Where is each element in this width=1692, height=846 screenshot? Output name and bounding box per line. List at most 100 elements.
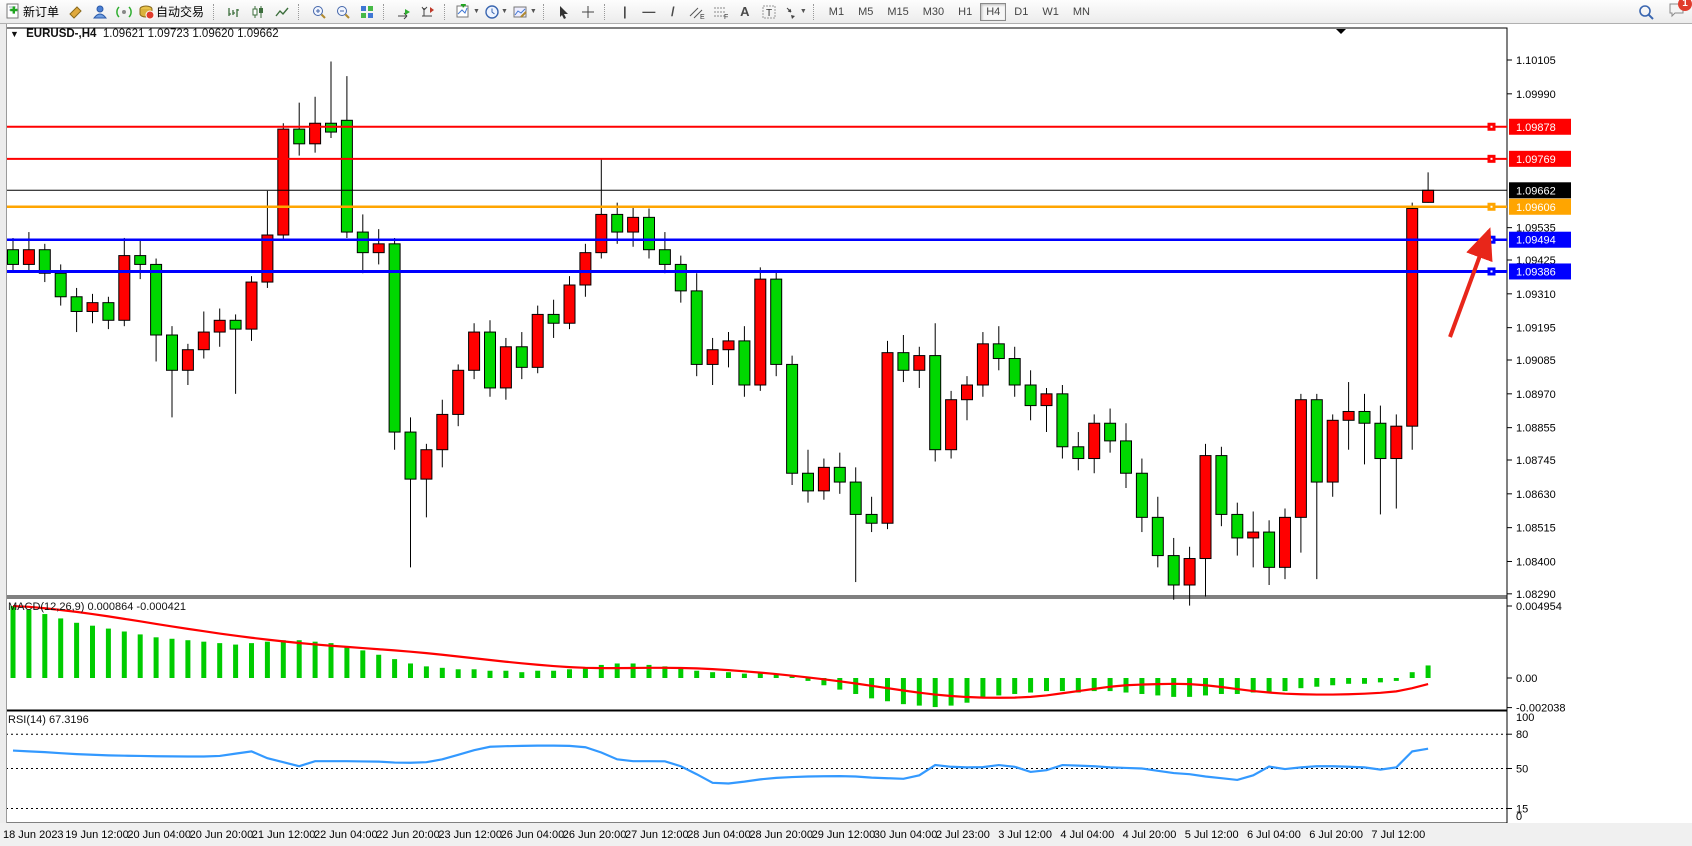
tile-windows-button[interactable] bbox=[355, 2, 379, 22]
main-toolbar: 新订单 自动交易 bbox=[0, 0, 1692, 24]
bar-chart-button[interactable] bbox=[222, 2, 246, 22]
period-button[interactable]: ▼ bbox=[482, 2, 510, 22]
time-tick-label: 28 Jun 04:00 bbox=[687, 829, 751, 841]
time-tick-label: 26 Jun 04:00 bbox=[501, 829, 565, 841]
toolbar-separator bbox=[543, 4, 548, 20]
candlestick-chart-button[interactable] bbox=[246, 2, 270, 22]
timeframe-m1-button[interactable]: M1 bbox=[823, 3, 850, 21]
chart-area[interactable]: 1.101051.099901.095351.094251.093101.091… bbox=[0, 24, 1692, 846]
search-button[interactable] bbox=[1634, 2, 1658, 22]
crosshair-tool-button[interactable] bbox=[576, 2, 600, 22]
time-tick-label: 22 Jun 04:00 bbox=[314, 829, 378, 841]
zoom-out-button[interactable] bbox=[331, 2, 355, 22]
chart-window: 1.101051.099901.095351.094251.093101.091… bbox=[0, 24, 1692, 846]
new-order-label: 新订单 bbox=[23, 3, 59, 20]
vertical-line-icon: | bbox=[623, 4, 627, 19]
time-tick-label: 6 Jul 20:00 bbox=[1309, 829, 1363, 841]
profile-icon bbox=[92, 4, 108, 20]
svg-text:F: F bbox=[724, 14, 728, 20]
price-badge-label: 1.09769 bbox=[1516, 154, 1556, 166]
tile-windows-icon bbox=[359, 4, 375, 20]
rsi-panel[interactable] bbox=[6, 711, 1507, 823]
time-tick-label: 28 Jun 20:00 bbox=[749, 829, 813, 841]
time-tick-label: 6 Jul 04:00 bbox=[1247, 829, 1301, 841]
signals-button[interactable] bbox=[112, 2, 136, 22]
price-badge-label: 1.09606 bbox=[1516, 202, 1556, 214]
svg-text:T: T bbox=[766, 8, 772, 19]
horizontal-line-icon: — bbox=[642, 4, 655, 19]
time-tick-label: 7 Jul 12:00 bbox=[1371, 829, 1425, 841]
indicators-button[interactable]: ▼ bbox=[453, 2, 482, 22]
signal-icon bbox=[116, 4, 132, 20]
time-tick-label: 2 Jul 23:00 bbox=[936, 829, 990, 841]
price-tick-label: 1.08630 bbox=[1516, 489, 1556, 501]
cursor-icon bbox=[556, 4, 572, 20]
chart-shift-button[interactable] bbox=[416, 2, 440, 22]
price-tick-label: 1.08290 bbox=[1516, 589, 1556, 601]
horizontal-line-tool-button[interactable]: — bbox=[637, 2, 661, 22]
timeframe-m5-button[interactable]: M5 bbox=[852, 3, 879, 21]
price-tick-label: 1.10105 bbox=[1516, 55, 1556, 67]
timeframe-w1-button[interactable]: W1 bbox=[1036, 3, 1065, 21]
arrows-tool-button[interactable]: ▼ bbox=[781, 2, 809, 22]
price-badge-label: 1.09386 bbox=[1516, 266, 1556, 278]
timeframe-h1-button[interactable]: H1 bbox=[952, 3, 978, 21]
channel-tool-button[interactable]: E bbox=[685, 2, 709, 22]
auto-scroll-button[interactable] bbox=[392, 2, 416, 22]
price-axis[interactable]: 1.101051.099901.095351.094251.093101.091… bbox=[1507, 55, 1571, 823]
time-tick-label: 20 Jun 20:00 bbox=[190, 829, 254, 841]
templates-button[interactable]: ▼ bbox=[510, 2, 539, 22]
price-badge-label: 1.09878 bbox=[1516, 122, 1556, 134]
trendline-icon: / bbox=[671, 4, 675, 19]
chevron-down-icon: ▼ bbox=[530, 8, 537, 15]
toolbar-separator bbox=[383, 4, 388, 20]
time-tick-label: 18 Jun 2023 bbox=[3, 829, 64, 841]
timeframe-m30-button[interactable]: M30 bbox=[917, 3, 950, 21]
new-order-icon bbox=[5, 3, 22, 20]
trendline-tool-button[interactable]: / bbox=[661, 2, 685, 22]
time-tick-label: 29 Jun 12:00 bbox=[812, 829, 876, 841]
macd-tick-label: 0.004954 bbox=[1516, 601, 1562, 613]
chevron-down-icon: ▼ bbox=[800, 8, 807, 15]
profile-button[interactable] bbox=[88, 2, 112, 22]
line-chart-button[interactable] bbox=[270, 2, 294, 22]
time-tick-label: 20 Jun 04:00 bbox=[127, 829, 191, 841]
price-tick-label: 1.08515 bbox=[1516, 523, 1556, 535]
fibonacci-tool-button[interactable]: F bbox=[709, 2, 733, 22]
time-tick-label: 4 Jul 04:00 bbox=[1060, 829, 1114, 841]
hammer-icon bbox=[68, 4, 84, 20]
timeframe-d1-button[interactable]: D1 bbox=[1008, 3, 1034, 21]
time-axis[interactable]: 18 Jun 202319 Jun 12:0020 Jun 04:0020 Ju… bbox=[3, 829, 1425, 841]
time-tick-label: 5 Jul 12:00 bbox=[1185, 829, 1239, 841]
toolbar-separator bbox=[813, 4, 818, 20]
price-tick-label: 1.08970 bbox=[1516, 389, 1556, 401]
notifications-button[interactable]: 1 bbox=[1668, 1, 1686, 23]
zoom-in-button[interactable] bbox=[307, 2, 331, 22]
price-tick-label: 1.08855 bbox=[1516, 423, 1556, 435]
candlestick-chart-icon bbox=[250, 4, 266, 20]
timeframe-mn-button[interactable]: MN bbox=[1067, 3, 1096, 21]
text-label-tool-button[interactable]: T bbox=[757, 2, 781, 22]
timeframe-m15-button[interactable]: M15 bbox=[881, 3, 914, 21]
indicators-icon bbox=[455, 4, 472, 20]
auto-trading-button[interactable]: 自动交易 bbox=[136, 2, 209, 22]
time-tick-label: 23 Jun 12:00 bbox=[438, 829, 502, 841]
toolbar-separator bbox=[444, 4, 449, 20]
chart-shift-icon bbox=[420, 4, 436, 20]
vertical-line-tool-button[interactable]: | bbox=[613, 2, 637, 22]
equidistant-channel-icon: E bbox=[688, 4, 706, 20]
text-icon: A bbox=[740, 4, 749, 19]
auto-trading-label: 自动交易 bbox=[156, 3, 204, 20]
new-order-button[interactable]: 新订单 bbox=[3, 2, 64, 22]
timeframe-h4-button[interactable]: H4 bbox=[980, 3, 1006, 21]
rsi-tick-label: 100 bbox=[1516, 712, 1534, 724]
arrows-icon bbox=[783, 4, 799, 20]
auto-trading-icon bbox=[138, 4, 155, 20]
text-tool-button[interactable]: A bbox=[733, 2, 757, 22]
toolbar-separator bbox=[604, 4, 609, 20]
crosshair-icon bbox=[580, 4, 596, 20]
cursor-tool-button[interactable] bbox=[552, 2, 576, 22]
history-button[interactable] bbox=[64, 2, 88, 22]
notification-badge: 1 bbox=[1678, 0, 1692, 11]
time-tick-label: 19 Jun 12:00 bbox=[65, 829, 129, 841]
